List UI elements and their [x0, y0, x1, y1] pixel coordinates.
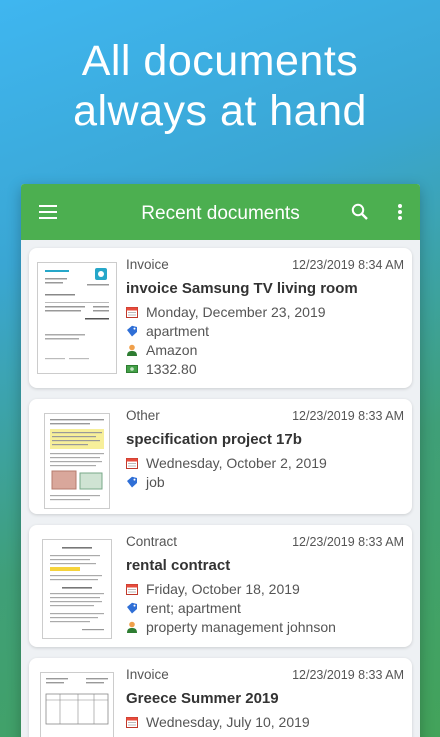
hero-heading: All documents always at hand — [0, 36, 440, 136]
document-timestamp: 12/23/2019 8:33 AM — [292, 668, 404, 682]
tag-icon — [126, 325, 138, 337]
more-vert-icon[interactable] — [380, 184, 420, 240]
document-title: rental contract — [126, 557, 231, 574]
document-card[interactable]: Invoice 12/23/2019 8:33 AM Greece Summer… — [29, 658, 412, 737]
document-type: Contract — [126, 534, 178, 549]
person-icon — [126, 344, 138, 356]
document-type: Invoice — [126, 667, 169, 682]
document-date: Wednesday, October 2, 2019 — [146, 454, 327, 471]
app-bar: Recent documents — [21, 184, 420, 240]
document-tags-row: apartment — [126, 321, 404, 340]
document-thumbnail — [37, 413, 117, 509]
document-amount-row: 1332.80 — [126, 359, 404, 378]
document-tags-row: job — [126, 472, 404, 491]
document-timestamp: 12/23/2019 8:33 AM — [292, 409, 404, 423]
document-date-row: Monday, December 23, 2019 — [126, 302, 404, 321]
document-thumbnail — [37, 539, 117, 639]
document-date-row: Wednesday, October 2, 2019 — [126, 453, 404, 472]
document-title: Greece Summer 2019 — [126, 690, 279, 707]
document-type: Other — [126, 408, 160, 423]
document-thumbnail — [37, 262, 117, 378]
document-type: Invoice — [126, 257, 169, 272]
document-date-row: Friday, October 18, 2019 — [126, 579, 404, 598]
document-tags: apartment — [146, 322, 210, 339]
document-contact-row: property management johnson — [126, 617, 404, 636]
document-contact-row: Amazon — [126, 340, 404, 359]
money-icon — [126, 363, 138, 375]
tag-icon — [126, 602, 138, 614]
document-timestamp: 12/23/2019 8:33 AM — [292, 535, 404, 549]
document-card[interactable]: Invoice 12/23/2019 8:34 AM invoice Samsu… — [29, 248, 412, 388]
document-timestamp: 12/23/2019 8:34 AM — [292, 258, 404, 272]
document-date: Friday, October 18, 2019 — [146, 580, 300, 597]
calendar-icon — [126, 716, 138, 728]
document-tags: rent; apartment — [146, 599, 241, 616]
person-icon — [126, 621, 138, 633]
document-tags: job — [146, 473, 165, 490]
tag-icon — [126, 476, 138, 488]
calendar-icon — [126, 457, 138, 469]
document-list: Invoice 12/23/2019 8:34 AM invoice Samsu… — [21, 240, 420, 737]
document-amount: 1332.80 — [146, 360, 197, 377]
document-date: Wednesday, July 10, 2019 — [146, 713, 310, 730]
document-thumbnail — [37, 672, 117, 737]
document-tags-row: rent; apartment — [126, 598, 404, 617]
hamburger-menu-icon[interactable] — [21, 184, 75, 240]
document-contact: property management johnson — [146, 618, 336, 635]
document-title: specification project 17b — [126, 431, 302, 448]
document-card[interactable]: Other 12/23/2019 8:33 AM specification p… — [29, 399, 412, 514]
document-card[interactable]: Contract 12/23/2019 8:33 AM rental contr… — [29, 525, 412, 647]
search-icon[interactable] — [340, 184, 380, 240]
hero-line-2: always at hand — [73, 87, 367, 135]
document-title: invoice Samsung TV living room — [126, 280, 358, 297]
app-screen: Recent documents Invoice 12/23/2019 8:34… — [21, 184, 420, 737]
calendar-icon — [126, 583, 138, 595]
hero-line-1: All documents — [81, 37, 359, 85]
calendar-icon — [126, 306, 138, 318]
document-date-row: Wednesday, July 10, 2019 — [126, 712, 404, 731]
document-contact: Amazon — [146, 341, 198, 358]
document-date: Monday, December 23, 2019 — [146, 303, 326, 320]
